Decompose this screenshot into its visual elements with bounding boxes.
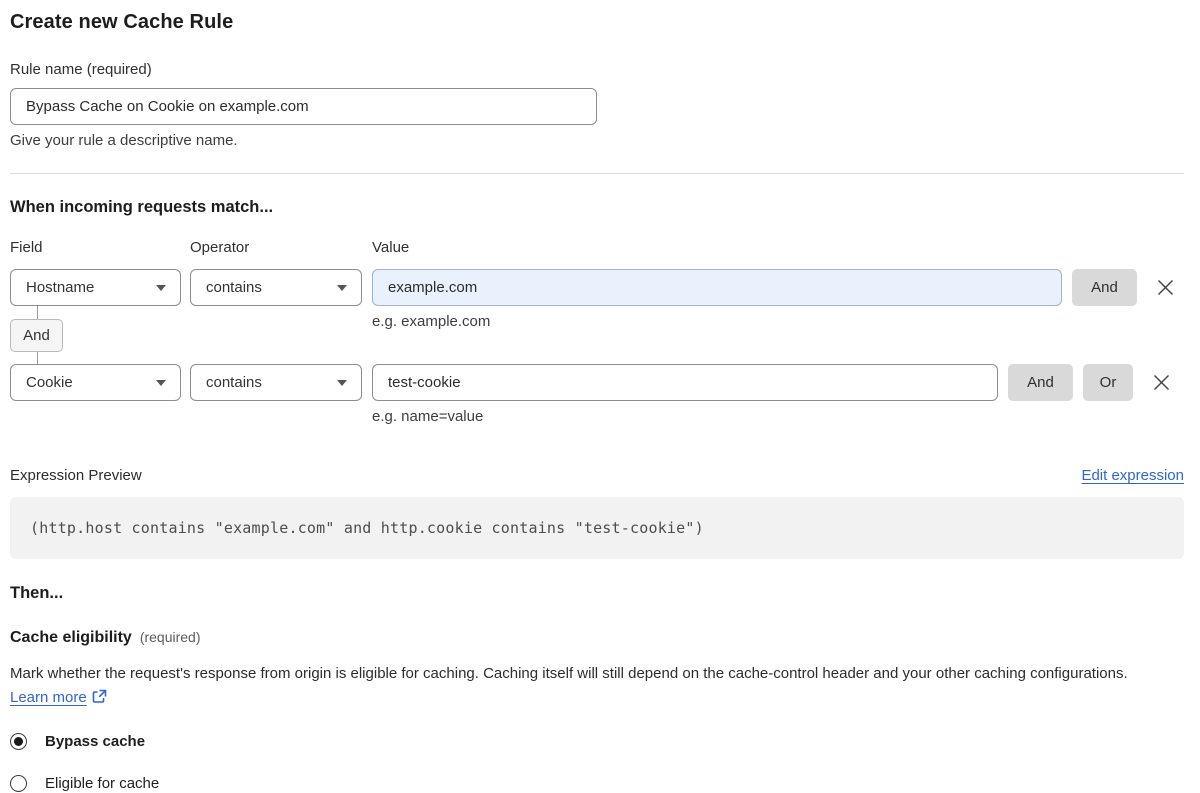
condition-connector-zone: And e.g. example.com: [10, 306, 1184, 364]
chevron-down-icon: [337, 284, 347, 291]
field-select-value: Hostname: [26, 279, 95, 296]
connector-and-button[interactable]: And: [10, 319, 63, 352]
cache-eligibility-description: Mark whether the request's response from…: [10, 662, 1168, 712]
condition-column-labels: Field Operator Value: [10, 239, 1184, 256]
and-button[interactable]: And: [1008, 364, 1073, 401]
chevron-down-icon: [156, 379, 166, 386]
radio-option-bypass-cache[interactable]: Bypass cache: [10, 733, 1184, 750]
page-title: Create new Cache Rule: [10, 11, 234, 33]
condition-row: Cookie contains And Or: [10, 364, 1184, 401]
rule-name-group: Rule name (required) Give your rule a de…: [10, 61, 1184, 149]
external-link-icon: [92, 688, 107, 712]
operator-select[interactable]: contains: [190, 269, 362, 306]
operator-select-value: contains: [206, 279, 262, 296]
radio-label: Bypass cache: [45, 733, 146, 750]
description-text: Mark whether the request's response from…: [10, 665, 1128, 682]
required-note: (required): [139, 629, 201, 645]
match-heading: When incoming requests match...: [10, 198, 274, 216]
field-select[interactable]: Cookie: [10, 364, 181, 401]
close-icon: [1153, 375, 1169, 390]
radio-unselected-icon[interactable]: [10, 775, 27, 792]
field-select[interactable]: Hostname: [10, 269, 181, 306]
cache-eligibility-title: Cache eligibility: [10, 629, 132, 646]
field-select-value: Cookie: [26, 374, 73, 391]
remove-condition-button[interactable]: [1150, 364, 1172, 401]
radio-option-eligible-for-cache[interactable]: Eligible for cache: [10, 775, 1184, 792]
or-button[interactable]: Or: [1083, 364, 1133, 401]
value-hint: e.g. name=value: [372, 408, 484, 425]
radio-label: Eligible for cache: [45, 775, 160, 792]
radio-selected-icon[interactable]: [10, 733, 27, 750]
cache-eligibility-heading: Cache eligibility (required): [10, 629, 1184, 647]
value-input[interactable]: [372, 269, 1062, 306]
chevron-down-icon: [337, 379, 347, 386]
section-divider: [10, 173, 1184, 174]
close-icon: [1157, 280, 1173, 295]
condition-row: Hostname contains And: [10, 269, 1184, 306]
value-hint: e.g. example.com: [372, 313, 491, 330]
expression-code-block: (http.host contains "example.com" and ht…: [10, 497, 1184, 559]
create-cache-rule-form: Create new Cache Rule Rule name (require…: [10, 0, 1184, 792]
rule-name-label: Rule name (required): [10, 61, 152, 78]
remove-condition-button[interactable]: [1154, 269, 1176, 306]
expression-code: (http.host contains "example.com" and ht…: [30, 519, 704, 537]
operator-column-label: Operator: [190, 239, 250, 256]
field-column-label: Field: [10, 239, 43, 256]
then-heading: Then...: [10, 584, 64, 602]
and-button[interactable]: And: [1072, 269, 1137, 306]
value-input[interactable]: [372, 364, 998, 401]
chevron-down-icon: [156, 284, 166, 291]
learn-more-link[interactable]: Learn more: [10, 689, 87, 706]
rule-name-help: Give your rule a descriptive name.: [10, 132, 238, 149]
edit-expression-link[interactable]: Edit expression: [1081, 467, 1184, 484]
operator-select[interactable]: contains: [190, 364, 362, 401]
rule-name-input[interactable]: [10, 88, 597, 125]
operator-select-value: contains: [206, 374, 262, 391]
expression-preview-header: Expression Preview Edit expression: [10, 467, 1184, 484]
value-column-label: Value: [372, 239, 410, 256]
cache-eligibility-options: Bypass cache Eligible for cache: [10, 733, 1184, 792]
expression-preview-label: Expression Preview: [10, 467, 142, 484]
